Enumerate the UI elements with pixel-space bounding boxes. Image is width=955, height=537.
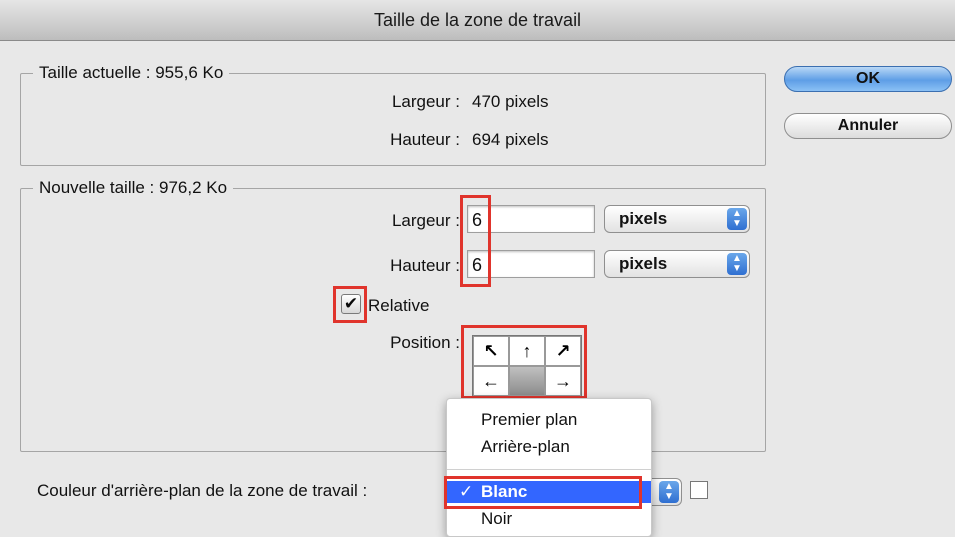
new-height-label: Hauteur :: [390, 256, 460, 275]
new-width-label: Largeur :: [391, 211, 460, 230]
relative-label: Relative: [368, 296, 430, 315]
menu-item-arriere-plan[interactable]: Arrière-plan: [447, 436, 651, 458]
current-height-value: 694 pixels: [472, 130, 549, 149]
window-title: Taille de la zone de travail: [0, 0, 955, 41]
ok-button[interactable]: OK: [784, 66, 952, 92]
select-arrows-icon: ▲ ▼: [727, 208, 747, 230]
select-arrows-icon: ▲ ▼: [659, 481, 679, 503]
menu-item-premier-plan[interactable]: Premier plan: [447, 409, 651, 431]
width-unit-select[interactable]: pixels ▲ ▼: [604, 205, 750, 233]
menu-item-noir[interactable]: Noir: [447, 508, 651, 530]
menu-separator: [447, 469, 651, 470]
blanc-highlight: [444, 476, 642, 509]
checkbox-highlight: [333, 286, 367, 323]
inputs-highlight: [460, 195, 491, 287]
width-unit-label: pixels: [619, 209, 668, 228]
current-size-group: Taille actuelle : 955,6 Ko: [20, 63, 766, 166]
background-color-menu: Premier plan Arrière-plan ✓ Blanc Noir: [446, 398, 652, 537]
cancel-button[interactable]: Annuler: [784, 113, 952, 139]
anchor-highlight: [461, 325, 587, 399]
background-color-label: Couleur d'arrière-plan de la zone de tra…: [37, 481, 368, 500]
position-label: Position :: [390, 333, 460, 352]
current-width-value: 470 pixels: [472, 92, 549, 111]
background-color-swatch[interactable]: [690, 481, 708, 499]
current-height-label: Hauteur :: [390, 130, 460, 149]
new-size-legend: Nouvelle taille : 976,2 Ko: [39, 178, 228, 197]
select-arrows-icon: ▲ ▼: [727, 253, 747, 275]
height-unit-label: pixels: [619, 254, 668, 273]
height-unit-select[interactable]: pixels ▲ ▼: [604, 250, 750, 278]
current-width-label: Largeur :: [391, 92, 460, 111]
current-size-legend: Taille actuelle : 955,6 Ko: [39, 63, 224, 82]
